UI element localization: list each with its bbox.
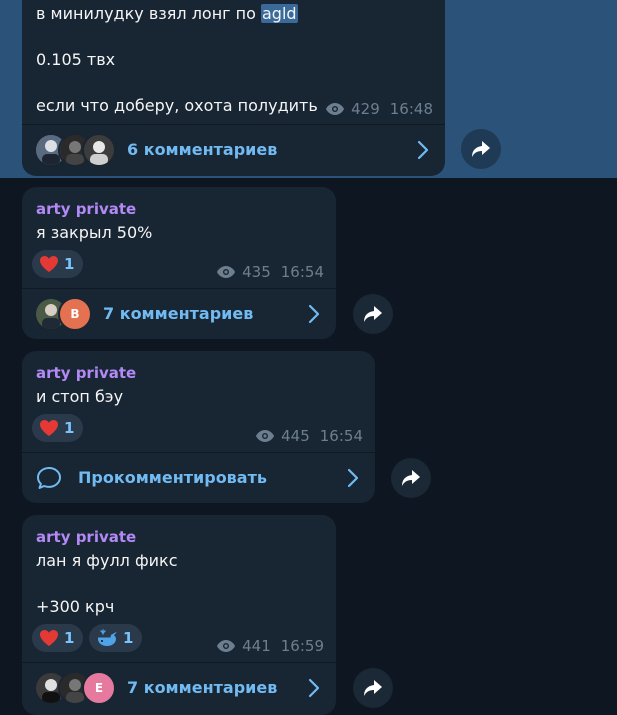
share-button[interactable] xyxy=(353,668,393,708)
heart-icon xyxy=(40,256,58,272)
views-counter: 441 xyxy=(216,637,271,655)
author-name[interactable]: arty private xyxy=(36,364,136,382)
eye-icon xyxy=(217,266,236,278)
share-icon xyxy=(472,141,490,157)
views-counter: 435 xyxy=(216,263,271,281)
eye-icon xyxy=(217,640,236,652)
chevron-right-icon xyxy=(347,468,359,488)
reaction-heart[interactable]: 1 xyxy=(32,414,84,442)
reaction-count: 1 xyxy=(64,255,75,273)
reaction-heart[interactable]: 1 xyxy=(32,250,84,278)
message-time: 16:48 xyxy=(389,100,433,118)
message-bubble-2[interactable]: arty private я закрыл 50% 1 435 16:54 B … xyxy=(22,187,336,339)
message-bubble-1[interactable]: в минилудку взял лонг по agld 0.105 твх … xyxy=(22,0,445,176)
comments-button[interactable]: 6 комментариев xyxy=(22,125,445,175)
message-text: я закрыл 50% xyxy=(36,223,153,242)
author-name[interactable]: arty private xyxy=(36,528,136,546)
avatar: E xyxy=(82,671,116,705)
share-icon xyxy=(364,680,382,696)
reaction-count: 1 xyxy=(123,629,134,647)
comments-button[interactable]: E 7 комментариев xyxy=(22,663,336,713)
message-time: 16:54 xyxy=(319,427,363,445)
message-text-line: +300 крч xyxy=(36,597,115,616)
comments-button[interactable]: B 7 комментариев xyxy=(22,289,336,339)
reaction-count: 1 xyxy=(64,419,75,437)
avatar-letter: B xyxy=(70,307,80,321)
views-count: 429 xyxy=(351,100,380,118)
reaction-whale[interactable]: 1 xyxy=(89,624,143,652)
selected-text[interactable]: agld xyxy=(261,4,298,23)
message-text: и стоп бэу xyxy=(36,387,124,406)
message-text-line: лан я фулл фикс xyxy=(36,551,178,570)
comments-label: 6 комментариев xyxy=(127,140,278,159)
comments-label: 7 комментариев xyxy=(103,304,254,323)
leave-comment-button[interactable]: Прокомментировать xyxy=(22,453,375,503)
comments-label: Прокомментировать xyxy=(78,468,267,487)
comments-label: 7 комментариев xyxy=(127,678,278,697)
message-meta: 435 16:54 xyxy=(216,263,324,281)
reaction-heart[interactable]: 1 xyxy=(32,624,84,652)
avatar xyxy=(82,133,116,167)
views-count: 441 xyxy=(242,637,271,655)
share-button[interactable] xyxy=(353,294,393,334)
chevron-right-icon xyxy=(417,140,429,160)
message-text-line: если что доберу, охота полудить xyxy=(36,96,318,115)
views-counter: 445 xyxy=(255,427,310,445)
message-meta: 429 16:48 xyxy=(325,100,433,118)
share-button[interactable] xyxy=(391,458,431,498)
eye-icon xyxy=(326,103,345,115)
share-icon xyxy=(364,306,382,322)
views-counter: 429 xyxy=(325,100,380,118)
chevron-right-icon xyxy=(308,678,320,698)
user-avatar-icon xyxy=(84,135,114,165)
views-count: 445 xyxy=(281,427,310,445)
whale-icon xyxy=(98,629,117,646)
message-time: 16:54 xyxy=(280,263,324,281)
author-name[interactable]: arty private xyxy=(36,200,136,218)
avatar-letter: E xyxy=(94,681,104,695)
message-bubble-3[interactable]: arty private и стоп бэу 1 445 16:54 Прок… xyxy=(22,351,375,503)
reaction-count: 1 xyxy=(64,629,75,647)
share-icon xyxy=(402,470,420,486)
message-bubble-4[interactable]: arty private лан я фулл фикс +300 крч 1 … xyxy=(22,515,336,715)
heart-icon xyxy=(40,420,58,436)
message-text-line: 0.105 твх xyxy=(36,50,116,69)
avatar: B xyxy=(58,297,92,331)
message-meta: 445 16:54 xyxy=(255,427,363,445)
share-button[interactable] xyxy=(461,129,501,169)
heart-icon xyxy=(40,630,58,646)
views-count: 435 xyxy=(242,263,271,281)
message-text-line: в минилудку взял лонг по agld xyxy=(36,4,298,23)
chevron-right-icon xyxy=(308,304,320,324)
message-time: 16:59 xyxy=(280,637,324,655)
eye-icon xyxy=(256,430,275,442)
message-text: в минилудку взял лонг по xyxy=(36,4,261,23)
comment-bubble-icon xyxy=(37,467,61,489)
message-meta: 441 16:59 xyxy=(216,637,324,655)
